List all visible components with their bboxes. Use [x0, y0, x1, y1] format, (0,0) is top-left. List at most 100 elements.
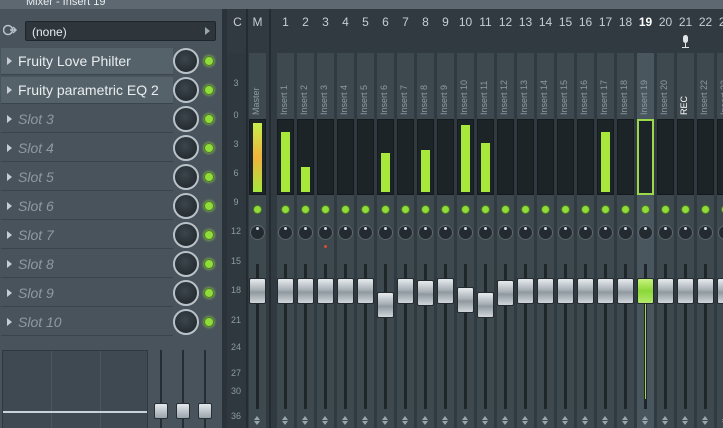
mixer-strip-8[interactable]: 8 Insert 8 [416, 9, 435, 428]
eq-preview[interactable] [2, 350, 148, 428]
track-order-arrows[interactable] [254, 416, 261, 426]
track-enable-led[interactable] [621, 205, 630, 214]
track-enable-led[interactable] [501, 205, 510, 214]
track-order-arrows[interactable] [642, 416, 649, 426]
slot-menu-arrow-icon[interactable] [7, 115, 12, 123]
track-order-arrows[interactable] [682, 416, 689, 426]
slot-enable-led[interactable] [204, 172, 214, 182]
slot-enable-led[interactable] [204, 288, 214, 298]
pan-knob[interactable] [578, 225, 593, 240]
slot-menu-arrow-icon[interactable] [7, 202, 12, 210]
effect-slot-4[interactable]: Slot 4 [0, 134, 222, 163]
volume-fader[interactable] [317, 278, 334, 304]
fader-cap[interactable] [176, 403, 190, 419]
mixer-strip-12[interactable]: 12 Insert 12 [496, 9, 515, 428]
volume-fader[interactable] [417, 280, 434, 306]
pan-knob[interactable] [338, 225, 353, 240]
mixer-strip-17[interactable]: 17 Insert 17 [596, 9, 615, 428]
arrow-down-icon[interactable] [442, 421, 448, 425]
pan-knob[interactable] [398, 225, 413, 240]
mix-level-fader[interactable] [176, 350, 190, 428]
arrow-down-icon[interactable] [342, 421, 348, 425]
track-enable-led[interactable] [253, 205, 262, 214]
track-order-arrows[interactable] [522, 416, 529, 426]
arrow-up-icon[interactable] [342, 416, 348, 420]
track-enable-led[interactable] [581, 205, 590, 214]
slot-mix-knob[interactable] [173, 280, 199, 306]
slot-menu-arrow-icon[interactable] [7, 289, 12, 297]
arrow-down-icon[interactable] [382, 421, 388, 425]
track-order-arrows[interactable] [562, 416, 569, 426]
arrow-up-icon[interactable] [522, 416, 528, 420]
track-enable-led[interactable] [361, 205, 370, 214]
track-order-arrows[interactable] [482, 416, 489, 426]
slot-enable-led[interactable] [204, 317, 214, 327]
arrow-down-icon[interactable] [254, 421, 260, 425]
track-order-arrows[interactable] [542, 416, 549, 426]
track-enable-led[interactable] [561, 205, 570, 214]
pan-knob[interactable] [378, 225, 393, 240]
volume-fader[interactable] [617, 278, 634, 304]
arrow-up-icon[interactable] [562, 416, 568, 420]
volume-fader[interactable] [357, 278, 374, 304]
volume-fader[interactable] [677, 278, 694, 304]
mixer-strip-20[interactable]: 20 Insert 20 [656, 9, 675, 428]
effect-slot-10[interactable]: Slot 10 [0, 308, 222, 337]
effect-slot-1[interactable]: Fruity Love Philter [0, 47, 222, 76]
volume-fader[interactable] [337, 278, 354, 304]
volume-fader[interactable] [377, 292, 394, 318]
arrow-up-icon[interactable] [462, 416, 468, 420]
track-enable-led[interactable] [701, 205, 710, 214]
volume-fader[interactable] [537, 278, 554, 304]
effect-slot-5[interactable]: Slot 5 [0, 163, 222, 192]
arrow-down-icon[interactable] [482, 421, 488, 425]
track-order-arrows[interactable] [602, 416, 609, 426]
effect-slot-2[interactable]: Fruity parametric EQ 2 [0, 76, 222, 105]
arrow-up-icon[interactable] [422, 416, 428, 420]
track-enable-led[interactable] [441, 205, 450, 214]
slot-menu-arrow-icon[interactable] [7, 260, 12, 268]
arrow-up-icon[interactable] [502, 416, 508, 420]
track-enable-led[interactable] [301, 205, 310, 214]
mixer-strip-13[interactable]: 13 Insert 13 [516, 9, 535, 428]
volume-fader[interactable] [437, 278, 454, 304]
arrow-down-icon[interactable] [462, 421, 468, 425]
track-enable-led[interactable] [321, 205, 330, 214]
volume-fader[interactable] [657, 278, 674, 304]
volume-fader[interactable] [277, 278, 294, 304]
slot-enable-led[interactable] [204, 143, 214, 153]
arrow-down-icon[interactable] [602, 421, 608, 425]
pan-knob[interactable] [458, 225, 473, 240]
arrow-down-icon[interactable] [322, 421, 328, 425]
mixer-strip-10[interactable]: 10 Insert 10 [456, 9, 475, 428]
slot-menu-arrow-icon[interactable] [7, 57, 12, 65]
arrow-down-icon[interactable] [662, 421, 668, 425]
track-order-arrows[interactable] [662, 416, 669, 426]
slot-mix-knob[interactable] [173, 251, 199, 277]
track-enable-led[interactable] [541, 205, 550, 214]
effect-slot-6[interactable]: Slot 6 [0, 192, 222, 221]
arrow-down-icon[interactable] [542, 421, 548, 425]
track-order-arrows[interactable] [302, 416, 309, 426]
track-order-arrows[interactable] [442, 416, 449, 426]
track-enable-led[interactable] [661, 205, 670, 214]
mix-level-fader[interactable] [198, 350, 212, 428]
pan-knob[interactable] [598, 225, 613, 240]
slot-mix-knob[interactable] [173, 106, 199, 132]
mixer-strip-7[interactable]: 7 Insert 7 [396, 9, 415, 428]
fader-cap[interactable] [154, 403, 168, 419]
slot-menu-arrow-icon[interactable] [7, 318, 12, 326]
arrow-up-icon[interactable] [282, 416, 288, 420]
pan-knob[interactable] [678, 225, 693, 240]
volume-fader[interactable] [297, 278, 314, 304]
slot-enable-led[interactable] [204, 259, 214, 269]
volume-fader[interactable] [697, 278, 714, 304]
track-enable-led[interactable] [481, 205, 490, 214]
arrow-up-icon[interactable] [602, 416, 608, 420]
arrow-up-icon[interactable] [254, 416, 260, 420]
slot-enable-led[interactable] [204, 56, 214, 66]
track-enable-led[interactable] [601, 205, 610, 214]
slot-enable-led[interactable] [204, 114, 214, 124]
mixer-strip-2[interactable]: 2 Insert 2 [296, 9, 315, 428]
arrow-down-icon[interactable] [702, 421, 708, 425]
